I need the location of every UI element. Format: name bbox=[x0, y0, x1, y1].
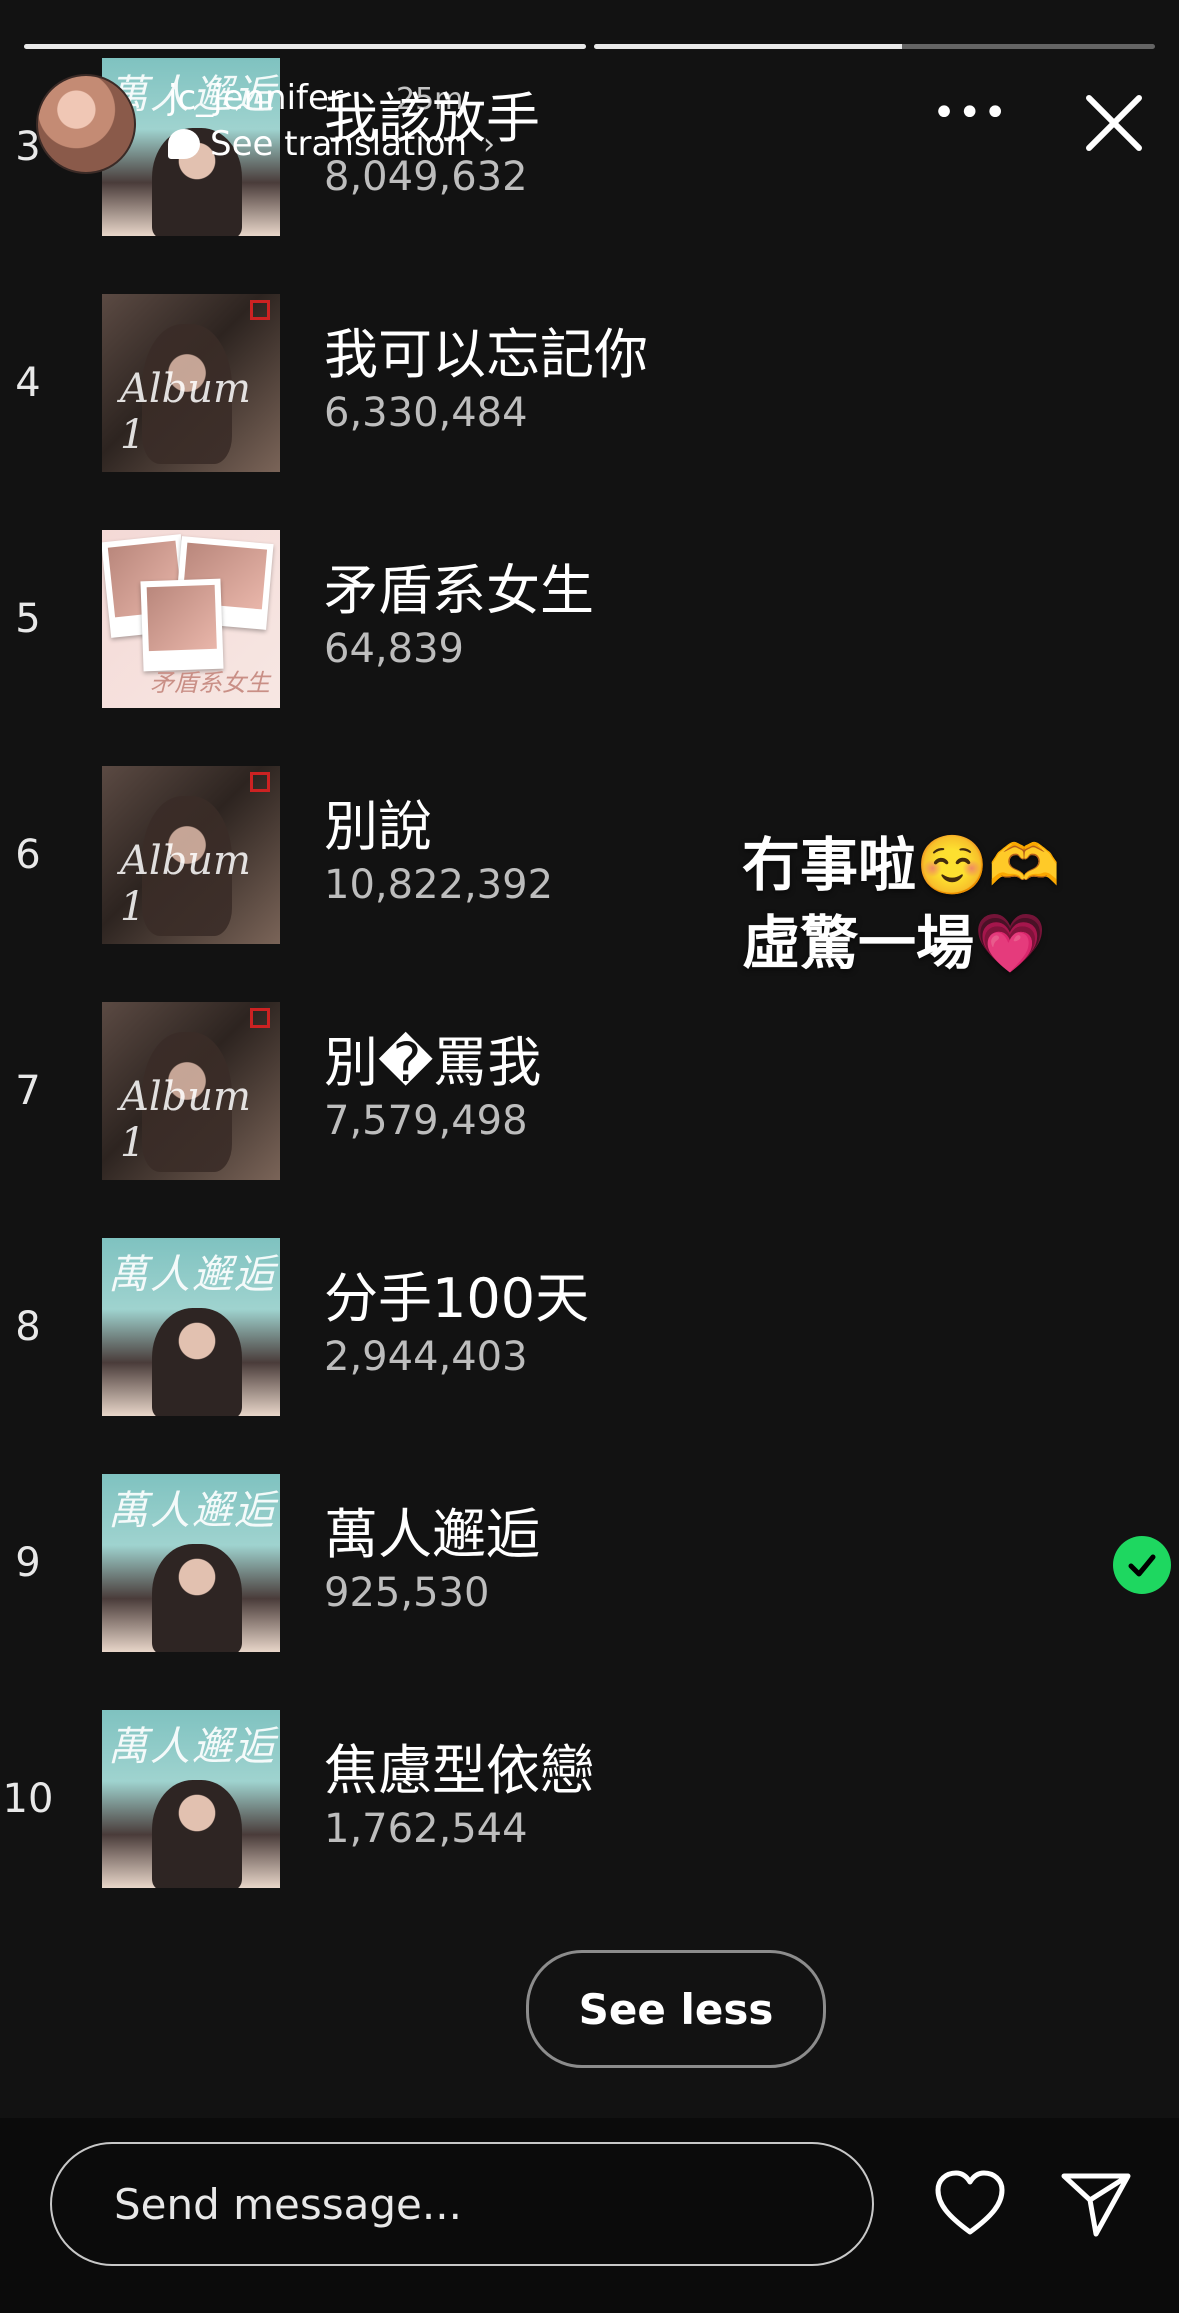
track-rank: 8 bbox=[15, 1304, 41, 1350]
track-rank: 9 bbox=[15, 1540, 41, 1586]
send-message-input[interactable]: Send message... bbox=[50, 2142, 874, 2266]
more-options-icon[interactable]: ••• bbox=[932, 90, 1009, 136]
track-title: 萬人邂逅 bbox=[324, 1503, 540, 1566]
track-title: 矛盾系女生 bbox=[324, 559, 594, 622]
username[interactable]: jc_jennifer bbox=[168, 78, 343, 118]
chevron-right-icon: › bbox=[483, 126, 496, 162]
cover-text: Album 1 bbox=[120, 1074, 251, 1166]
cover-text: Album 1 bbox=[120, 366, 251, 458]
story-caption: 冇事啦☺️🫶 虛驚一場💗 bbox=[742, 826, 1060, 982]
album-cover: 矛盾系女生 bbox=[102, 530, 280, 708]
caption-line-1: 冇事啦☺️🫶 bbox=[742, 831, 1061, 899]
close-icon[interactable] bbox=[1079, 88, 1149, 158]
cover-text: 萬人邂逅 bbox=[108, 1252, 276, 1298]
translate-bubble-icon bbox=[168, 129, 200, 159]
track-rank: 5 bbox=[15, 596, 41, 642]
see-less-button[interactable]: See less bbox=[526, 1950, 826, 2068]
track-play-count: 10,822,392 bbox=[324, 862, 554, 908]
track-play-count: 64,839 bbox=[324, 626, 464, 672]
track-rank: 7 bbox=[15, 1068, 41, 1114]
track-play-count: 6,330,484 bbox=[324, 390, 528, 436]
album-cover: Album 1 bbox=[102, 294, 280, 472]
album-cover: 萬人邂逅 bbox=[102, 1474, 280, 1652]
caption-line-2: 虛驚一場💗 bbox=[742, 909, 1047, 977]
album-cover: 萬人邂逅 bbox=[102, 1238, 280, 1416]
story-footer: Send message... bbox=[0, 2118, 1179, 2313]
avatar[interactable] bbox=[36, 74, 136, 174]
track-row[interactable]: 7 Album 1 別�罵我 7,579,498 bbox=[0, 988, 1179, 1188]
track-title: 我可以忘記你 bbox=[324, 323, 648, 386]
see-translation-label: See translation bbox=[210, 124, 468, 164]
cover-text: Album 1 bbox=[120, 838, 251, 930]
saved-check-icon[interactable] bbox=[1113, 1536, 1171, 1594]
track-row[interactable]: 10 萬人邂逅 焦慮型依戀 1,762,544 bbox=[0, 1696, 1179, 1896]
heart-icon[interactable] bbox=[934, 2170, 1006, 2236]
track-title: 焦慮型依戀 bbox=[324, 1739, 594, 1802]
track-row[interactable]: 4 Album 1 我可以忘記你 6,330,484 bbox=[0, 280, 1179, 480]
track-row[interactable]: 8 萬人邂逅 分手100天 2,944,403 bbox=[0, 1224, 1179, 1424]
album-cover: Album 1 bbox=[102, 1002, 280, 1180]
see-translation-link[interactable]: See translation › bbox=[168, 124, 495, 164]
track-play-count: 7,579,498 bbox=[324, 1098, 528, 1144]
send-icon[interactable] bbox=[1060, 2168, 1132, 2240]
track-row[interactable]: 9 萬人邂逅 萬人邂逅 925,530 bbox=[0, 1460, 1179, 1660]
track-row[interactable]: 5 矛盾系女生 矛盾系女生 64,839 bbox=[0, 516, 1179, 716]
track-title: 別說 bbox=[324, 795, 432, 858]
story-header: jc_jennifer 25m See translation › ••• bbox=[36, 70, 1149, 174]
post-time: 25m bbox=[396, 82, 464, 117]
track-rank: 6 bbox=[15, 832, 41, 878]
album-cover: 萬人邂逅 bbox=[102, 1710, 280, 1888]
track-title: 分手100天 bbox=[324, 1267, 590, 1330]
track-rank: 10 bbox=[2, 1776, 54, 1822]
cover-text: 萬人邂逅 bbox=[108, 1488, 276, 1534]
track-play-count: 1,762,544 bbox=[324, 1806, 528, 1852]
track-play-count: 2,944,403 bbox=[324, 1334, 528, 1380]
track-title: 別�罵我 bbox=[324, 1031, 542, 1094]
cover-text: 矛盾系女生 bbox=[150, 669, 270, 697]
album-cover: Album 1 bbox=[102, 766, 280, 944]
track-play-count: 925,530 bbox=[324, 1570, 490, 1616]
track-rank: 4 bbox=[15, 360, 41, 406]
cover-text: 萬人邂逅 bbox=[108, 1724, 276, 1770]
